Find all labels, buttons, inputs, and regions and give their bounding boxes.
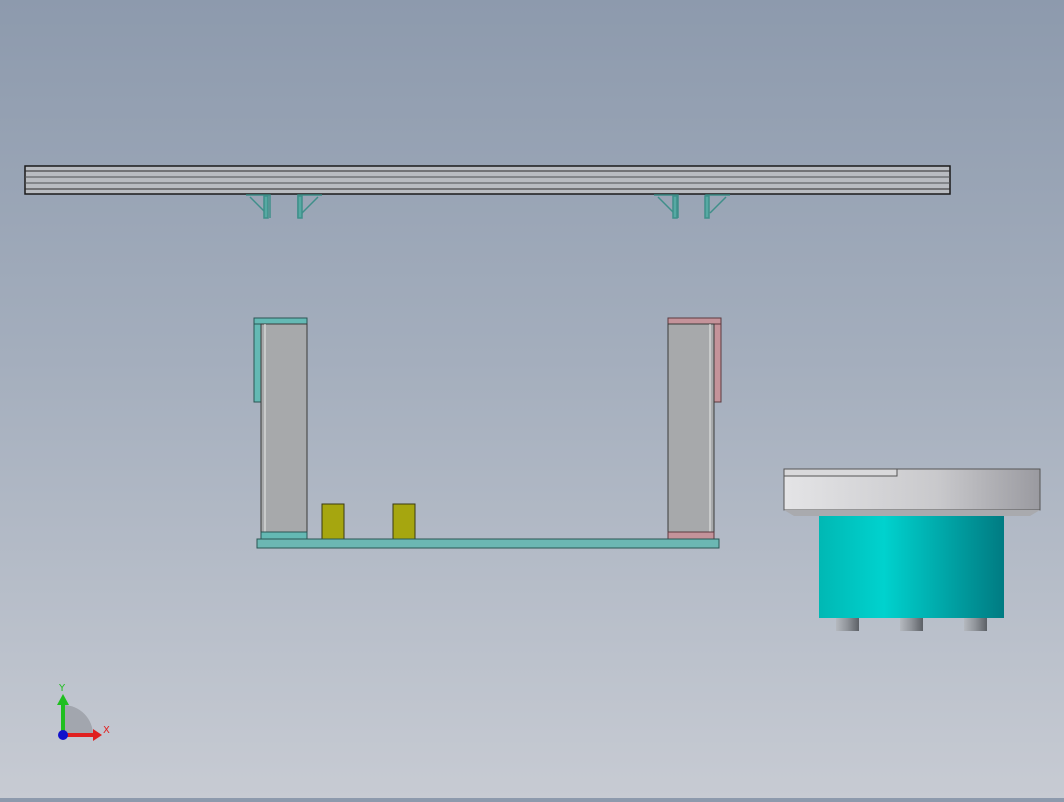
- top-rail[interactable]: [24, 165, 951, 195]
- rail-bracket-1[interactable]: [246, 194, 271, 219]
- right-upright[interactable]: [667, 317, 722, 540]
- rail-bracket-3[interactable]: [654, 194, 679, 219]
- triad-origin: [58, 730, 68, 740]
- triad-y-label: Y: [58, 683, 66, 694]
- left-upright[interactable]: [253, 317, 308, 540]
- rotary-table[interactable]: [783, 468, 1041, 631]
- axis-triad: Y X: [57, 683, 110, 741]
- rail-bracket-4[interactable]: [704, 194, 730, 219]
- triad-x-label: X: [103, 725, 110, 736]
- yellow-block-2[interactable]: [392, 503, 416, 540]
- base-plate[interactable]: [256, 538, 720, 549]
- yellow-block-1[interactable]: [321, 503, 345, 540]
- rail-bracket-2[interactable]: [297, 194, 322, 219]
- graphics-viewport[interactable]: Y X: [0, 0, 1064, 798]
